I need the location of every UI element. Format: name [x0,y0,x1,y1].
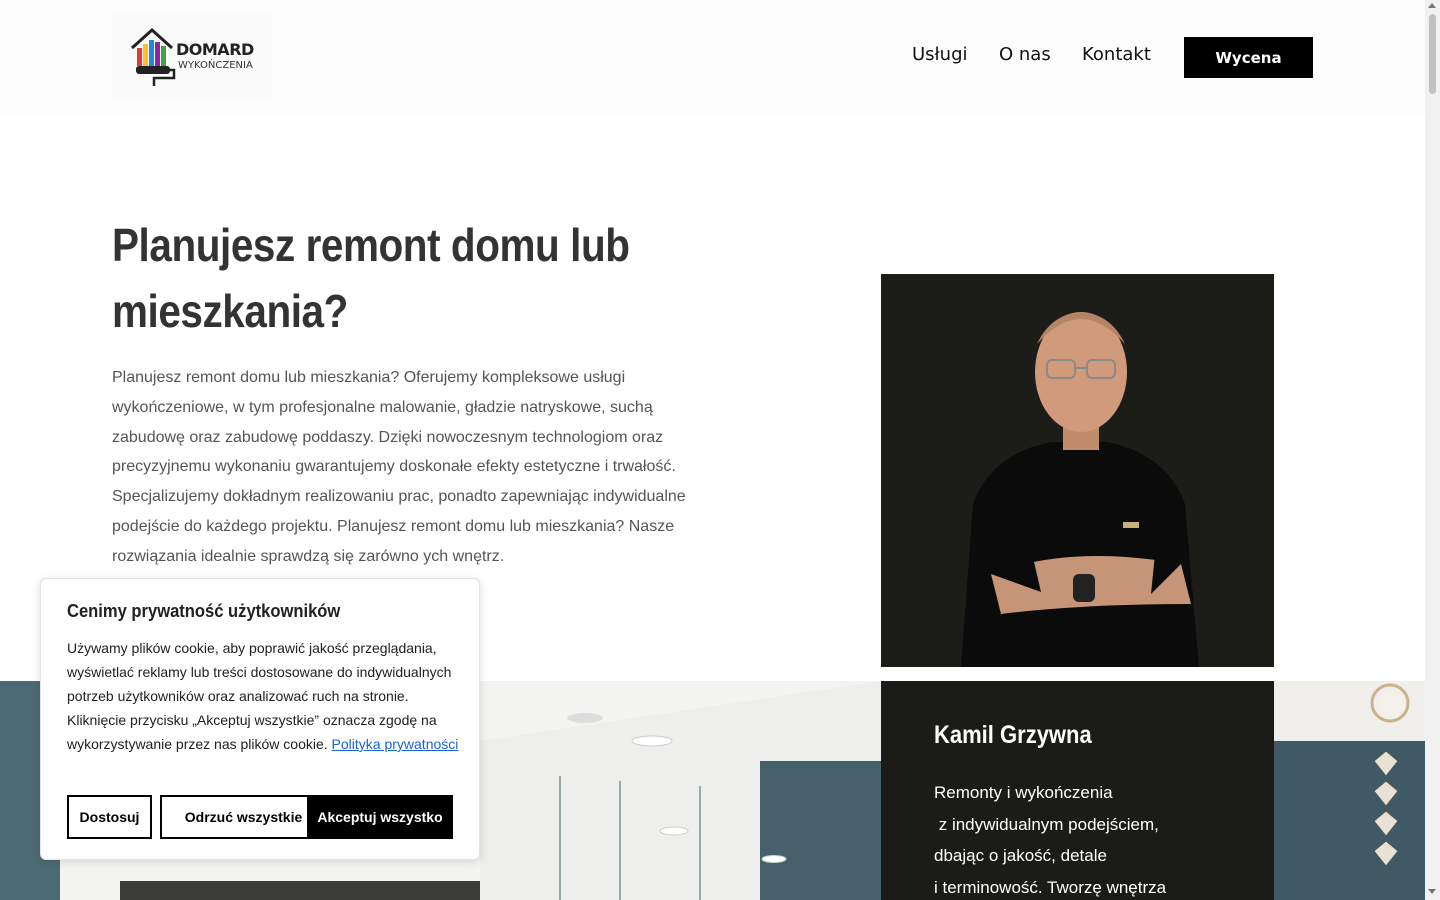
logo-wordmark: DOMARD [176,40,254,59]
person-photo-icon [881,274,1274,667]
cookie-customize-button[interactable]: Dostosuj [67,795,152,839]
nav-kontakt[interactable]: Kontakt [1082,44,1151,65]
profile-line: Remonty i wykończenia [934,783,1113,802]
profile-line: dbając o jakość, detale [934,846,1107,866]
cookie-description: Używamy plików cookie, aby poprawić jako… [67,636,459,756]
hero-description-tail: ych wnętrz. [418,547,505,565]
profile-name: Kamil Grzywna [934,721,1092,749]
profile-line: z indywidualnym podejściem, [934,814,1159,834]
profile-description: Remonty i wykończenia z indywidualnym po… [934,777,1234,900]
owner-portrait [881,274,1274,667]
profile-line: i terminowość. Tworzę wnętrza [934,877,1167,897]
profile-card: Kamil Grzywna Remonty i wykończenia z in… [881,681,1274,900]
privacy-policy-link[interactable]: Polityka prywatności [332,736,459,752]
site-header: DOMARD WYKOŃCZENIA Usługi O nas Kontakt … [0,0,1425,114]
nav-uslugi[interactable]: Usługi [912,44,968,65]
logo[interactable]: DOMARD WYKOŃCZENIA [112,14,272,102]
page-scrollbar[interactable] [1425,0,1440,900]
quote-button[interactable]: Wycena [1184,37,1313,78]
scrollbar-thumb[interactable] [1429,14,1436,94]
page-title: Planujesz remont domu lub mieszkania? [112,219,630,337]
interior-photo-right [1274,681,1425,900]
scroll-down-arrow-icon[interactable] [1428,889,1436,894]
nav-o-nas[interactable]: O nas [999,44,1051,65]
scroll-up-arrow-icon[interactable] [1428,3,1436,8]
house-logo-icon [130,27,176,86]
room-detail-icon [1274,681,1425,900]
hero-description: Planujesz remont domu lub mieszkania? Of… [112,363,687,572]
cookie-title: Cenimy prywatność użytkowników [67,601,341,621]
cookie-consent-banner: Cenimy prywatność użytkowników Używamy p… [40,578,480,860]
cookie-reject-all-button[interactable]: Odrzuć wszystkie [160,795,327,839]
cookie-accept-all-button[interactable]: Akceptuj wszystko [307,795,453,839]
hero-description-text: Planujesz remont domu lub mieszkania? Of… [112,369,686,565]
logo-tagline: WYKOŃCZENIA [178,60,253,71]
